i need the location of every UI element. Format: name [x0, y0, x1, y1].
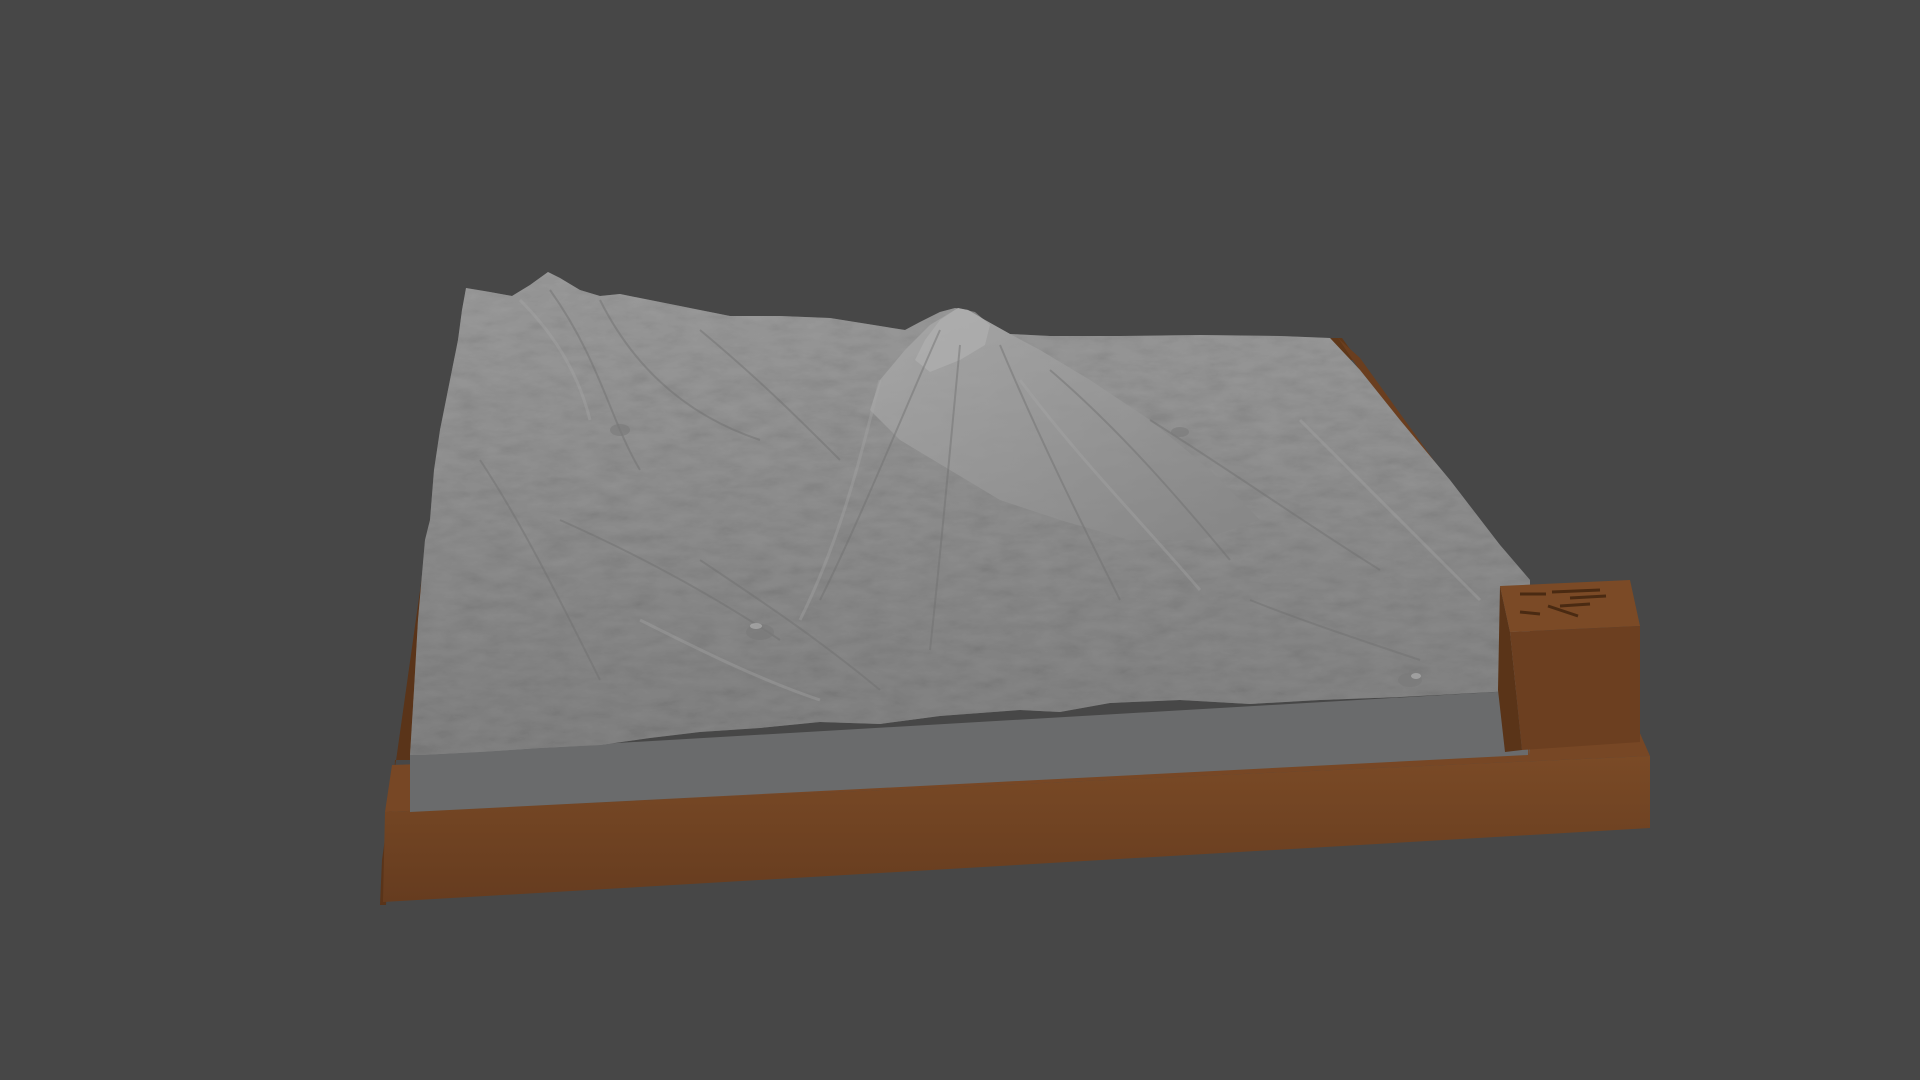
label-block [1498, 580, 1640, 752]
scene-canvas [380, 272, 1650, 905]
terrain-mesh [410, 272, 1530, 755]
label-block-front [1510, 626, 1640, 750]
3d-viewport[interactable] [0, 0, 1920, 1080]
